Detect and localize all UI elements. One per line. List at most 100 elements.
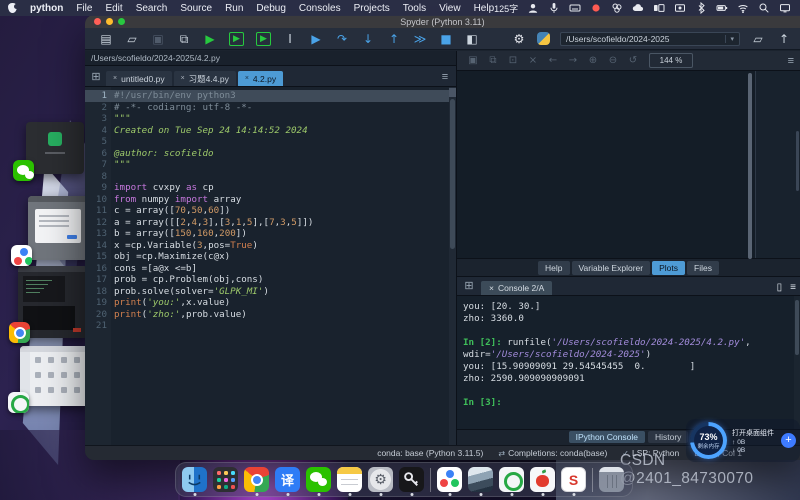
maximize-pane-icon[interactable]: ◧	[459, 29, 485, 49]
close-console-icon[interactable]: ×	[489, 283, 494, 293]
code-line-3[interactable]: 3"""	[85, 113, 456, 125]
close-window-button[interactable]	[94, 18, 101, 25]
save-icon[interactable]: ▣	[145, 29, 171, 49]
editor-tab-4.2.py[interactable]: ×4.2.py	[238, 71, 283, 86]
bottom-tab-history[interactable]: History	[648, 431, 688, 443]
step-into-icon[interactable]: ↓	[355, 29, 381, 49]
keyboard-icon[interactable]	[568, 2, 581, 15]
cloud-icon[interactable]	[631, 2, 644, 15]
python-logo-icon[interactable]	[537, 32, 550, 45]
new-file-icon[interactable]: ▤	[93, 29, 119, 49]
run-cell-advance-icon[interactable]: ▶	[256, 32, 271, 46]
dock-icon-red-app[interactable]	[530, 467, 555, 492]
dock-icon-notes[interactable]	[337, 467, 362, 492]
screen-record-icon[interactable]	[589, 2, 602, 15]
menu-item-projects[interactable]: Projects	[354, 3, 390, 14]
code-line-5[interactable]: 5	[85, 136, 456, 148]
browse-tabs-icon[interactable]: ⊞	[88, 68, 104, 86]
dock-icon-s-app[interactable]: S	[561, 467, 586, 492]
close-tab-icon[interactable]: ×	[181, 75, 185, 82]
code-line-19[interactable]: 19print('you:',x.value)	[85, 297, 456, 309]
code-line-15[interactable]: 15obj =cp.Maximize(c@x)	[85, 251, 456, 263]
console-scrollbar[interactable]	[794, 296, 800, 429]
menu-item-edit[interactable]: Edit	[105, 3, 122, 14]
code-line-12[interactable]: 12a = array([[2,4,3],[3,1,5],[7,3,5]])	[85, 217, 456, 229]
code-editor[interactable]: 1#!/usr/bin/env python32# -*- codiarng: …	[85, 87, 456, 445]
dock-icon-cloud-drive[interactable]	[437, 467, 462, 492]
menu-item-consoles[interactable]: Consoles	[299, 3, 341, 14]
pane-tab-help[interactable]: Help	[538, 261, 569, 275]
tab-options-icon[interactable]: ≡	[437, 68, 453, 86]
maximize-window-button[interactable]	[118, 18, 125, 25]
menu-item-source[interactable]: Source	[180, 3, 212, 14]
display-icon[interactable]	[778, 2, 791, 15]
dock-icon-wechat[interactable]	[306, 467, 331, 492]
plots-scrollbar[interactable]	[748, 73, 752, 259]
next-plot-icon[interactable]: →	[563, 55, 583, 66]
code-line-10[interactable]: 10from numpy import array	[85, 194, 456, 206]
code-line-2[interactable]: 2# -*- codiarng: utf-8 -*-	[85, 102, 456, 114]
zoom-out-icon[interactable]: ⊖	[603, 55, 623, 66]
menu-item-debug[interactable]: Debug	[256, 3, 285, 14]
search-icon[interactable]	[757, 2, 770, 15]
pane-tab-variable-explorer[interactable]: Variable Explorer	[572, 261, 651, 275]
remove-plot-icon[interactable]: ×	[523, 55, 543, 66]
save-plot-icon[interactable]: ▣	[463, 55, 483, 66]
editor-scrollbar[interactable]	[449, 87, 456, 445]
code-line-1[interactable]: 1#!/usr/bin/env python3	[85, 90, 456, 102]
dock-icon-green-ring[interactable]	[499, 467, 524, 492]
menu-item-search[interactable]: Search	[136, 3, 168, 14]
code-line-14[interactable]: 14x =cp.Variable(3,pos=True)	[85, 240, 456, 252]
minimized-window-dark-app[interactable]	[26, 122, 84, 174]
bluetooth-icon[interactable]	[694, 2, 707, 15]
bottom-tab-ipython-console[interactable]: IPython Console	[569, 431, 645, 443]
editor-tab-untitled0.py[interactable]: ×untitled0.py	[106, 71, 172, 86]
copy-plot-icon[interactable]: ⊡	[503, 55, 523, 66]
dock-icon-keychain[interactable]	[399, 467, 424, 492]
code-line-21[interactable]: 21	[85, 320, 456, 332]
plots-strip-scrollbar-thumb[interactable]	[796, 131, 799, 191]
console-scrollbar-thumb[interactable]	[795, 300, 799, 355]
open-file-icon[interactable]: ▱	[119, 29, 145, 49]
minimize-window-button[interactable]	[106, 18, 113, 25]
apple-menu-icon[interactable]	[8, 3, 17, 13]
minimized-window-light-grid[interactable]	[20, 346, 90, 406]
dock-icon-launchpad[interactable]	[213, 467, 238, 492]
shapes-icon[interactable]	[610, 2, 623, 15]
wifi-icon[interactable]	[736, 2, 749, 15]
new-console-icon[interactable]: ▯	[777, 282, 783, 293]
dock-icon-settings[interactable]: ⚙	[368, 467, 393, 492]
code-line-7[interactable]: 7"""	[85, 159, 456, 171]
browse-consoles-icon[interactable]: ⊞	[461, 277, 477, 295]
run-icon[interactable]: ▶	[197, 29, 223, 49]
browse-directory-icon[interactable]: ▱	[750, 29, 766, 49]
menu-item-view[interactable]: View	[439, 3, 461, 14]
console-options-icon[interactable]: ≡	[790, 282, 796, 293]
code-line-8[interactable]: 8	[85, 171, 456, 183]
code-line-20[interactable]: 20print('zho:',prob.value)	[85, 309, 456, 321]
debug-file-icon[interactable]: ▶	[303, 29, 329, 49]
code-line-18[interactable]: 18prob.solve(solver='GLPK_MI')	[85, 286, 456, 298]
pane-tab-plots[interactable]: Plots	[652, 261, 685, 275]
menu-item-file[interactable]: File	[76, 3, 92, 14]
code-line-4[interactable]: 4Created on Tue Sep 24 14:14:52 2024	[85, 125, 456, 137]
dock-icon-translate[interactable]: 译	[275, 467, 300, 492]
menu-item-tools[interactable]: Tools	[403, 3, 426, 14]
dock-icon-finder[interactable]	[182, 467, 207, 492]
console-output[interactable]: you: [20. 30.]zho: 3360.0In [2]: runfile…	[457, 296, 800, 429]
battery-icon[interactable]	[715, 2, 728, 15]
parent-directory-icon[interactable]: ↑	[776, 29, 792, 49]
input-method-indicator[interactable]: 125字	[494, 2, 518, 15]
add-widget-button[interactable]: +	[781, 433, 796, 448]
working-directory-combobox[interactable]: /Users/scofieldo/2024-2025 ▾	[560, 32, 740, 46]
save-all-plots-icon[interactable]: ⧉	[483, 55, 503, 66]
code-line-16[interactable]: 16cons =[a@x <=b]	[85, 263, 456, 275]
pane-tab-files[interactable]: Files	[687, 261, 719, 275]
code-line-11[interactable]: 11c = array([70,50,60])	[85, 205, 456, 217]
dock-icon-trash[interactable]	[599, 467, 624, 492]
run-cell-icon[interactable]: ▶	[229, 32, 244, 46]
editor-scrollbar-thumb[interactable]	[450, 99, 455, 249]
code-line-17[interactable]: 17prob = cp.Problem(obj,cons)	[85, 274, 456, 286]
menu-app-name[interactable]: python	[30, 3, 63, 14]
step-over-icon[interactable]: ↷	[329, 29, 355, 49]
